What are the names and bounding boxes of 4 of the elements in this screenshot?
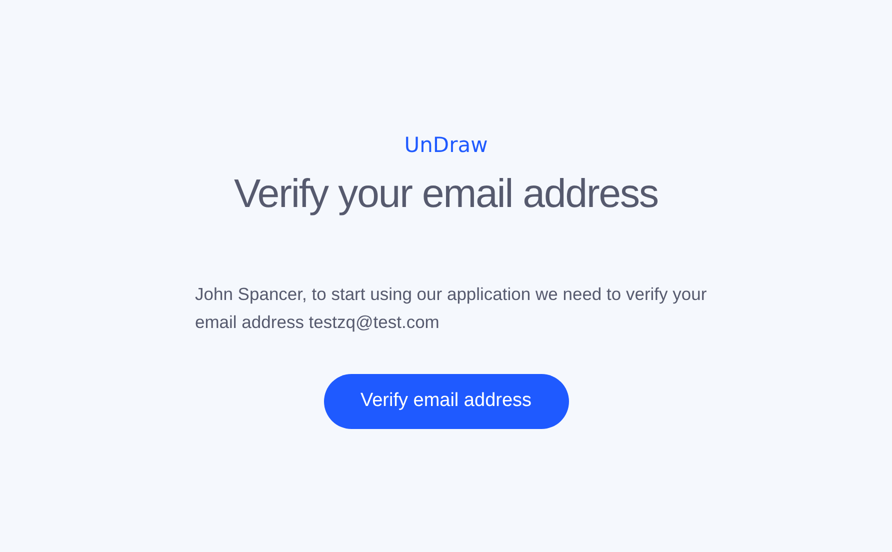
brand-name: UnDraw [404,132,488,159]
verify-email-button[interactable]: Verify email address [324,374,568,429]
page-title: Verify your email address [234,171,658,218]
message-text: John Spancer, to start using our application we need to verify your email address testzq@test.com [195,283,708,334]
